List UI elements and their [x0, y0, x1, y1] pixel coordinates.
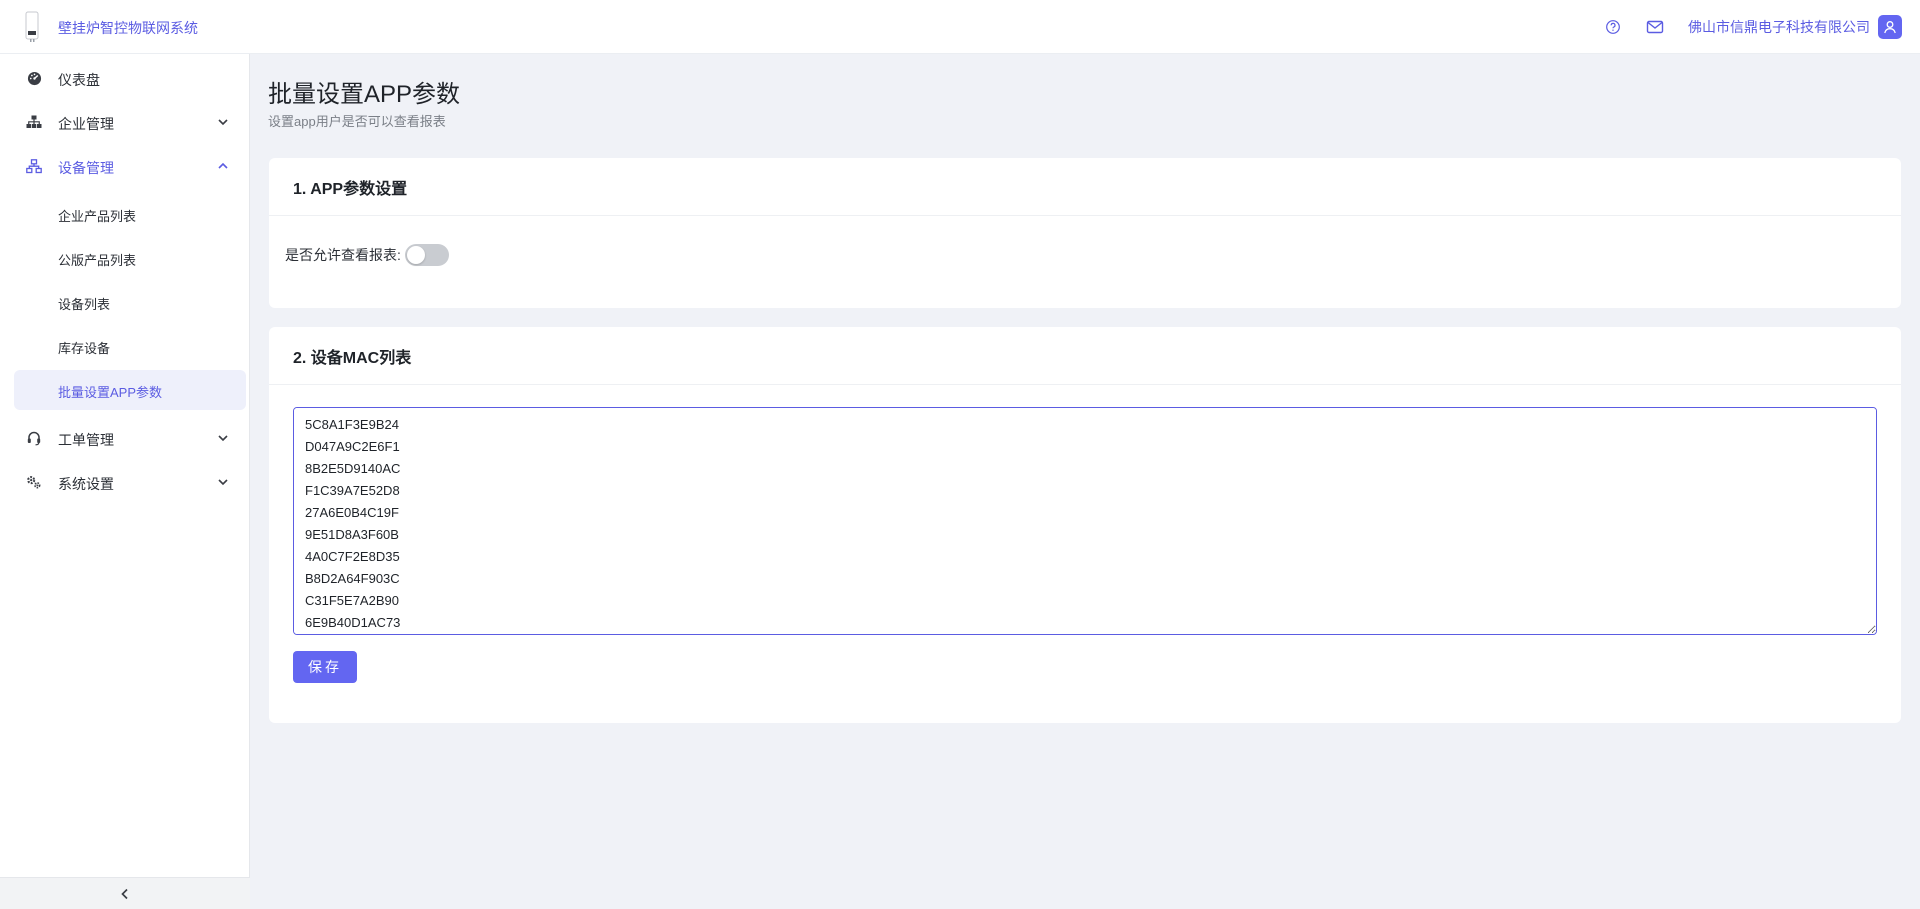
sidebar: 仪表盘 企业管理 设备管理 企业产品列表 公版产品列表 设备列表 库存设备 批量… — [0, 54, 250, 909]
sidebar-subitem-label: 企业产品列表 — [58, 209, 137, 224]
chevron-down-icon — [216, 475, 230, 489]
sidebar-item-label: 设备管理 — [58, 160, 114, 176]
sidebar-subitem-inventory-devices[interactable]: 库存设备 — [14, 326, 246, 366]
sidebar-subitem-batch-app-params[interactable]: 批量设置APP参数 — [14, 370, 246, 410]
org-chart-icon — [26, 114, 42, 130]
chevron-down-icon — [216, 115, 230, 129]
user-avatar[interactable] — [1878, 15, 1902, 39]
section-title: 1. APP参数设置 — [269, 158, 1901, 216]
section-title: 2. 设备MAC列表 — [269, 327, 1901, 385]
sidebar-subitem-enterprise-products[interactable]: 企业产品列表 — [14, 194, 246, 234]
sidebar-item-system-settings[interactable]: 系统设置 — [14, 462, 246, 502]
chevron-up-icon — [216, 159, 230, 173]
page-subtitle: 设置app用户是否可以查看报表 — [268, 114, 446, 129]
sidebar-subitem-label: 批量设置APP参数 — [58, 385, 163, 400]
toggle-knob — [406, 246, 425, 264]
sidebar-item-label: 企业管理 — [58, 116, 114, 132]
sidebar-subitem-label: 公版产品列表 — [58, 253, 137, 268]
user-icon — [1884, 21, 1896, 34]
page-title: 批量设置APP参数 — [268, 81, 461, 108]
gears-icon — [26, 474, 42, 490]
sidebar-item-dashboard[interactable]: 仪表盘 — [14, 58, 246, 98]
chevron-down-icon — [216, 431, 230, 445]
sidebar-item-label: 仪表盘 — [58, 72, 100, 88]
sidebar-item-label: 系统设置 — [58, 476, 114, 492]
company-name[interactable]: 佛山市信鼎电子科技有限公司 — [1688, 17, 1870, 37]
save-button[interactable]: 保存 — [293, 651, 357, 683]
sidebar-item-work-orders[interactable]: 工单管理 — [14, 418, 246, 458]
mac-list-card: 2. 设备MAC列表 5C8A1F3E9B24 D047A9C2E6F1 8B2… — [269, 327, 1901, 723]
sidebar-subitem-device-list[interactable]: 设备列表 — [14, 282, 246, 322]
sidebar-subitem-label: 设备列表 — [58, 297, 111, 312]
network-icon — [26, 158, 42, 174]
report-permission-toggle[interactable] — [404, 244, 449, 266]
report-permission-label: 是否允许查看报表: — [285, 247, 401, 263]
sidebar-subitem-label: 库存设备 — [58, 341, 111, 356]
sidebar-item-enterprise[interactable]: 企业管理 — [14, 102, 246, 142]
top-header: 壁挂炉智控物联网系统 佛山市信鼎电子科技有限公司 — [0, 0, 1920, 54]
mail-icon[interactable] — [1646, 18, 1664, 36]
help-circle-icon[interactable] — [1604, 18, 1622, 36]
app-title[interactable]: 壁挂炉智控物联网系统 — [58, 18, 198, 38]
sidebar-subitem-public-products[interactable]: 公版产品列表 — [14, 238, 246, 278]
sidebar-collapse-button[interactable] — [0, 877, 250, 909]
sidebar-item-device-management[interactable]: 设备管理 — [14, 146, 246, 186]
header-actions: 佛山市信鼎电子科技有限公司 — [1580, 13, 1902, 41]
sidebar-item-label: 工单管理 — [58, 432, 114, 448]
report-permission-row: 是否允许查看报表: — [285, 244, 449, 266]
headset-icon — [26, 430, 42, 446]
boiler-logo-icon — [22, 10, 42, 44]
mac-list-textarea[interactable]: 5C8A1F3E9B24 D047A9C2E6F1 8B2E5D9140AC F… — [293, 407, 1877, 635]
app-params-card: 1. APP参数设置 是否允许查看报表: — [269, 158, 1901, 308]
chevron-left-icon — [121, 888, 128, 899]
dashboard-icon — [26, 70, 42, 86]
